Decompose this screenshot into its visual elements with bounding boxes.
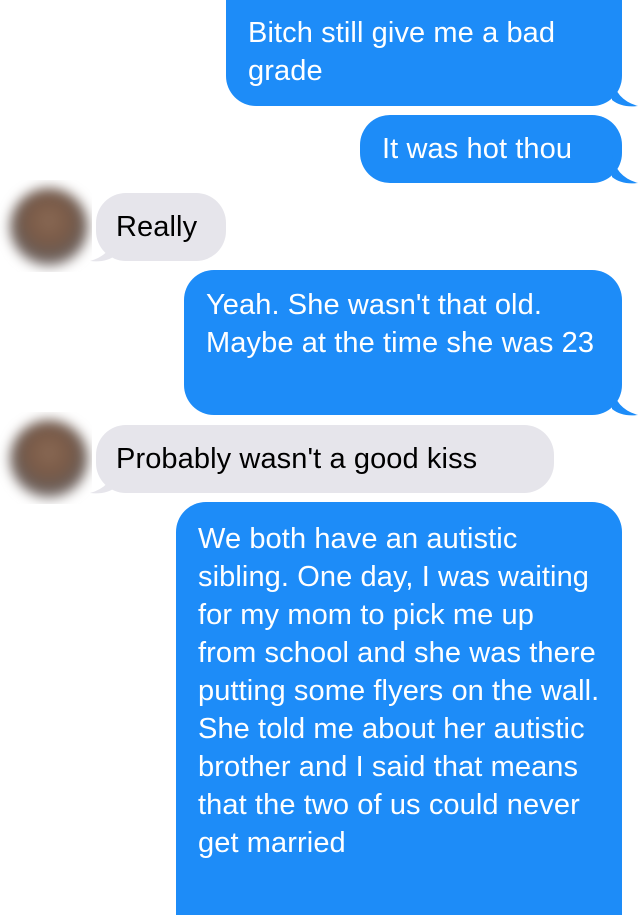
message-text: Yeah. She wasn't that old. Maybe at the …: [206, 289, 595, 359]
received-message-bubble[interactable]: Probably wasn't a good kiss: [96, 425, 554, 493]
message-text: It was hot thou: [382, 133, 573, 165]
sent-message-bubble[interactable]: Bitch still give me a bad grade: [226, 0, 622, 106]
message-text: Probably wasn't a good kiss: [116, 443, 478, 475]
received-bubble-tail: [90, 465, 116, 494]
sent-message-bubble[interactable]: We both have an autistic sibling. One da…: [176, 502, 622, 915]
sent-bubble-tail: [612, 155, 638, 184]
message-text: Bitch still give me a bad grade: [248, 17, 556, 87]
avatar-image: [10, 420, 88, 498]
avatar-image: [10, 188, 88, 266]
sent-message-bubble[interactable]: It was hot thou: [360, 115, 622, 183]
received-bubble-tail: [90, 233, 116, 262]
contact-avatar[interactable]: [0, 180, 92, 272]
sent-bubble-tail: [612, 78, 638, 107]
sent-message-bubble[interactable]: Yeah. She wasn't that old. Maybe at the …: [184, 270, 622, 415]
message-text: Really: [116, 211, 198, 243]
contact-avatar[interactable]: [0, 412, 92, 504]
sent-bubble-tail: [612, 387, 638, 416]
message-text: We both have an autistic sibling. One da…: [198, 523, 600, 859]
